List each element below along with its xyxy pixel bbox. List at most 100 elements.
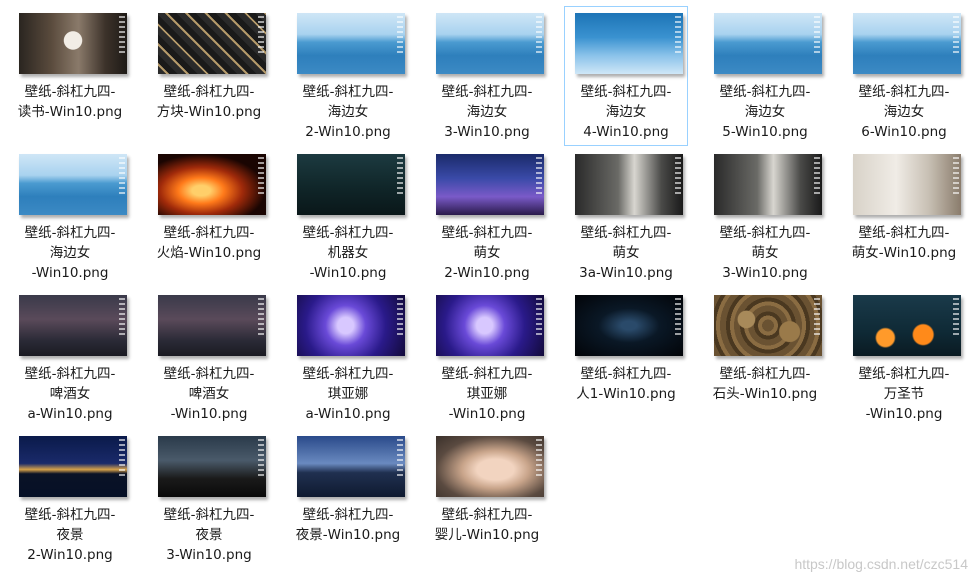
file-name-line: 壁纸-斜杠九四- xyxy=(426,505,548,525)
file-item[interactable]: 壁纸-斜杠九四-海边女5-Win10.png xyxy=(703,6,827,146)
file-item[interactable]: 壁纸-斜杠九四-夜景-Win10.png xyxy=(286,429,410,569)
wallpaper-seaside-thumbnail xyxy=(575,13,683,74)
file-name-line: 5-Win10.png xyxy=(704,122,826,142)
wallpaper-seaside-thumbnail xyxy=(297,13,405,74)
file-name-line: 海边女 xyxy=(9,243,131,263)
file-name-line: a-Win10.png xyxy=(9,404,131,424)
file-name: 壁纸-斜杠九四-读书-Win10.png xyxy=(9,82,131,122)
desktop-icons-decoration xyxy=(536,16,542,56)
file-name-line: 万圣节 xyxy=(843,384,965,404)
wallpaper-anime-thumbnail xyxy=(575,154,683,215)
desktop-icons-decoration xyxy=(675,298,681,338)
file-item[interactable]: 壁纸-斜杠九四-夜景3-Win10.png xyxy=(147,429,271,569)
file-name: 壁纸-斜杠九四-石头-Win10.png xyxy=(704,364,826,404)
file-item[interactable]: 壁纸-斜杠九四-萌女-Win10.png xyxy=(842,147,966,287)
file-name-line: 琪亚娜 xyxy=(287,384,409,404)
file-name-line: 方块-Win10.png xyxy=(148,102,270,122)
file-item[interactable]: 壁纸-斜杠九四-火焰-Win10.png xyxy=(147,147,271,287)
wallpaper-night-thumbnail xyxy=(19,436,127,497)
file-name-line: 壁纸-斜杠九四- xyxy=(9,505,131,525)
watermark-text: https://blog.csdn.net/czc514 xyxy=(794,556,968,572)
file-item[interactable]: 壁纸-斜杠九四-婴儿-Win10.png xyxy=(425,429,549,569)
desktop-icons-decoration xyxy=(953,298,959,338)
wallpaper-anime-thumbnail xyxy=(714,154,822,215)
file-name-line: 壁纸-斜杠九四- xyxy=(426,223,548,243)
file-name-line: 2-Win10.png xyxy=(287,122,409,142)
file-name-line: 啤酒女 xyxy=(9,384,131,404)
wallpaper-seaside-thumbnail xyxy=(19,154,127,215)
file-name-line: 壁纸-斜杠九四- xyxy=(426,82,548,102)
file-name-line: 海边女 xyxy=(843,102,965,122)
desktop-icons-decoration xyxy=(536,157,542,197)
wallpaper-reading-thumbnail xyxy=(19,13,127,74)
desktop-icons-decoration xyxy=(258,157,264,197)
desktop-icons-decoration xyxy=(119,16,125,56)
file-item[interactable]: 壁纸-斜杠九四-读书-Win10.png xyxy=(8,6,132,146)
file-name-line: 壁纸-斜杠九四- xyxy=(565,82,687,102)
file-name-line: 读书-Win10.png xyxy=(9,102,131,122)
file-name-line: 壁纸-斜杠九四- xyxy=(9,82,131,102)
wallpaper-robot-thumbnail xyxy=(297,154,405,215)
file-item[interactable]: 壁纸-斜杠九四-方块-Win10.png xyxy=(147,6,271,146)
file-name-line: 壁纸-斜杠九四- xyxy=(426,364,548,384)
wallpaper-beer-thumbnail xyxy=(19,295,127,356)
file-name: 壁纸-斜杠九四-萌女2-Win10.png xyxy=(426,223,548,283)
file-name-line: 海边女 xyxy=(426,102,548,122)
wallpaper-seaside-thumbnail xyxy=(853,13,961,74)
file-item[interactable]: 壁纸-斜杠九四-海边女3-Win10.png xyxy=(425,6,549,146)
file-name-line: 萌女 xyxy=(565,243,687,263)
file-name-line: 壁纸-斜杠九四- xyxy=(287,223,409,243)
desktop-icons-decoration xyxy=(119,298,125,338)
file-name-line: 夜景-Win10.png xyxy=(287,525,409,545)
file-item[interactable]: 壁纸-斜杠九四-机器女-Win10.png xyxy=(286,147,410,287)
file-name-line: -Win10.png xyxy=(843,404,965,424)
file-item[interactable]: 壁纸-斜杠九四-石头-Win10.png xyxy=(703,288,827,428)
file-name: 壁纸-斜杠九四-人1-Win10.png xyxy=(565,364,687,404)
desktop-icons-decoration xyxy=(675,16,681,56)
file-item[interactable]: 壁纸-斜杠九四-夜景2-Win10.png xyxy=(8,429,132,569)
file-name-line: 壁纸-斜杠九四- xyxy=(287,364,409,384)
file-name: 壁纸-斜杠九四-夜景-Win10.png xyxy=(287,505,409,545)
file-name-line: 婴儿-Win10.png xyxy=(426,525,548,545)
file-item[interactable]: 壁纸-斜杠九四-海边女-Win10.png xyxy=(8,147,132,287)
file-name-line: 壁纸-斜杠九四- xyxy=(565,364,687,384)
file-item[interactable]: 壁纸-斜杠九四-人1-Win10.png xyxy=(564,288,688,428)
file-name: 壁纸-斜杠九四-海边女2-Win10.png xyxy=(287,82,409,142)
file-name: 壁纸-斜杠九四-琪亚娜a-Win10.png xyxy=(287,364,409,424)
file-item[interactable]: 壁纸-斜杠九四-啤酒女a-Win10.png xyxy=(8,288,132,428)
file-item[interactable]: 壁纸-斜杠九四-琪亚娜-Win10.png xyxy=(425,288,549,428)
wallpaper-qiyana-thumbnail xyxy=(297,295,405,356)
file-name-line: 壁纸-斜杠九四- xyxy=(148,82,270,102)
file-name-line: 机器女 xyxy=(287,243,409,263)
file-name-line: 夜景 xyxy=(148,525,270,545)
wallpaper-blocks-thumbnail xyxy=(158,13,266,74)
file-item[interactable]: 壁纸-斜杠九四-海边女2-Win10.png xyxy=(286,6,410,146)
file-item[interactable]: 壁纸-斜杠九四-萌女3-Win10.png xyxy=(703,147,827,287)
file-item[interactable]: 壁纸-斜杠九四-啤酒女-Win10.png xyxy=(147,288,271,428)
file-name: 壁纸-斜杠九四-海边女-Win10.png xyxy=(9,223,131,283)
file-name-line: 琪亚娜 xyxy=(426,384,548,404)
wallpaper-halloween-thumbnail xyxy=(853,295,961,356)
file-name-line: 壁纸-斜杠九四- xyxy=(148,364,270,384)
file-name: 壁纸-斜杠九四-海边女6-Win10.png xyxy=(843,82,965,142)
file-name-line: 3-Win10.png xyxy=(426,122,548,142)
file-name-line: 人1-Win10.png xyxy=(565,384,687,404)
file-name: 壁纸-斜杠九四-海边女4-Win10.png xyxy=(565,82,687,142)
file-item[interactable]: 壁纸-斜杠九四-海边女4-Win10.png xyxy=(564,6,688,146)
wallpaper-seaside-thumbnail xyxy=(436,13,544,74)
file-name-line: -Win10.png xyxy=(148,404,270,424)
file-name-line: 啤酒女 xyxy=(148,384,270,404)
file-name: 壁纸-斜杠九四-萌女3a-Win10.png xyxy=(565,223,687,283)
file-name-line: 壁纸-斜杠九四- xyxy=(148,223,270,243)
file-name-line: 夜景 xyxy=(9,525,131,545)
file-name: 壁纸-斜杠九四-啤酒女a-Win10.png xyxy=(9,364,131,424)
file-name-line: 壁纸-斜杠九四- xyxy=(565,223,687,243)
desktop-icons-decoration xyxy=(814,16,820,56)
file-item[interactable]: 壁纸-斜杠九四-萌女2-Win10.png xyxy=(425,147,549,287)
file-name: 壁纸-斜杠九四-夜景3-Win10.png xyxy=(148,505,270,565)
file-item[interactable]: 壁纸-斜杠九四-海边女6-Win10.png xyxy=(842,6,966,146)
file-item[interactable]: 壁纸-斜杠九四-万圣节-Win10.png xyxy=(842,288,966,428)
desktop-icons-decoration xyxy=(397,298,403,338)
file-item[interactable]: 壁纸-斜杠九四-琪亚娜a-Win10.png xyxy=(286,288,410,428)
file-item[interactable]: 壁纸-斜杠九四-萌女3a-Win10.png xyxy=(564,147,688,287)
